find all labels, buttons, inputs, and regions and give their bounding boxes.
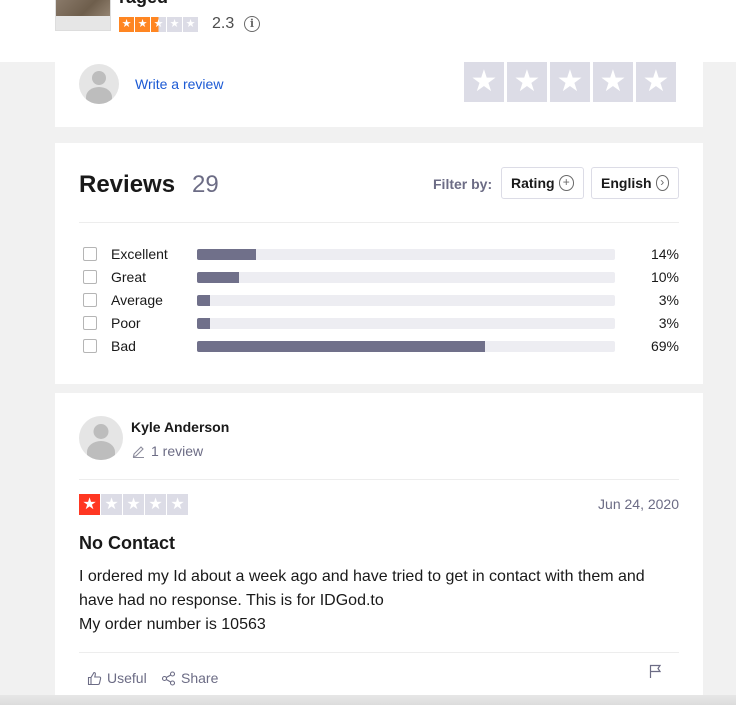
review-title[interactable]: No Contact bbox=[79, 533, 175, 554]
review-body: I ordered my Id about a week ago and hav… bbox=[79, 565, 679, 637]
rating-percent: 3% bbox=[658, 315, 679, 331]
filter-label: Filter by: bbox=[433, 176, 493, 192]
review-date: Jun 24, 2020 bbox=[598, 496, 679, 512]
rating-filter-row-average[interactable]: Average 3% bbox=[83, 290, 679, 310]
divider bbox=[79, 479, 679, 480]
star-icon: ★ bbox=[145, 494, 166, 515]
star-icon: ★ bbox=[79, 494, 100, 515]
rating-bar bbox=[197, 317, 615, 329]
rating-label: Average bbox=[111, 292, 163, 308]
filter-rating-label: Rating bbox=[511, 175, 555, 191]
share-icon bbox=[161, 670, 176, 686]
share-button[interactable]: Share bbox=[161, 670, 218, 686]
rating-percent: 3% bbox=[658, 292, 679, 308]
filter-rating-button[interactable]: Rating + bbox=[501, 167, 584, 199]
rating-percent: 14% bbox=[650, 246, 679, 262]
star-icon: ★ bbox=[135, 17, 150, 32]
write-review-star-picker: ★ ★ ★ ★ ★ bbox=[464, 62, 676, 102]
rating-label: Excellent bbox=[111, 246, 168, 262]
average-checkbox[interactable] bbox=[83, 293, 97, 307]
star-half-icon: ★ bbox=[151, 17, 166, 32]
filter-language-label: English bbox=[601, 175, 652, 191]
rating-bar bbox=[197, 294, 615, 306]
star-3-button[interactable]: ★ bbox=[550, 62, 590, 102]
write-review-link[interactable]: Write a review bbox=[135, 76, 223, 92]
star-1-button[interactable]: ★ bbox=[464, 62, 504, 102]
star-icon: ★ bbox=[167, 17, 182, 32]
divider bbox=[79, 652, 679, 653]
pencil-icon bbox=[132, 444, 145, 459]
review-body-paragraph: I ordered my Id about a week ago and hav… bbox=[79, 568, 645, 609]
divider bbox=[79, 222, 679, 223]
business-thumbnail[interactable] bbox=[55, 0, 111, 31]
chevron-right-circle-icon: › bbox=[655, 175, 669, 191]
great-checkbox[interactable] bbox=[83, 270, 97, 284]
star-5-button[interactable]: ★ bbox=[636, 62, 676, 102]
rating-filter-row-bad[interactable]: Bad 69% bbox=[83, 336, 679, 356]
rating-label: Great bbox=[111, 269, 147, 285]
bad-checkbox[interactable] bbox=[83, 339, 97, 353]
useful-label: Useful bbox=[107, 670, 147, 686]
rating-filter-row-poor[interactable]: Poor 3% bbox=[83, 313, 679, 333]
excellent-checkbox[interactable] bbox=[83, 247, 97, 261]
rating-label: Poor bbox=[111, 315, 141, 331]
rating-filter-row-great[interactable]: Great 10% bbox=[83, 267, 679, 287]
rating-bar bbox=[197, 340, 615, 352]
star-icon: ★ bbox=[123, 494, 144, 515]
star-4-button[interactable]: ★ bbox=[593, 62, 633, 102]
plus-circle-icon: + bbox=[558, 175, 574, 191]
business-rating-stars: ★ ★ ★ ★ ★ bbox=[119, 17, 198, 32]
share-label: Share bbox=[181, 670, 219, 686]
reviewer-name[interactable]: Kyle Anderson bbox=[131, 419, 229, 435]
reviewer-avatar[interactable] bbox=[79, 416, 123, 460]
review-body-paragraph: My order number is 10563 bbox=[79, 616, 266, 633]
reviews-summary-card: Reviews 29 Filter by: Rating + English ›… bbox=[55, 143, 703, 384]
reviewer-review-count: 1 review bbox=[151, 443, 204, 459]
rating-filter-row-excellent[interactable]: Excellent 14% bbox=[83, 244, 679, 264]
useful-button[interactable]: Useful bbox=[87, 670, 147, 686]
info-icon[interactable]: i bbox=[244, 16, 260, 32]
rating-label: Bad bbox=[111, 338, 136, 354]
star-icon: ★ bbox=[167, 494, 188, 515]
avatar bbox=[79, 64, 119, 104]
rating-bar bbox=[197, 271, 615, 283]
rating-percent: 69% bbox=[650, 338, 679, 354]
star-icon: ★ bbox=[183, 17, 198, 32]
business-title[interactable]: raged bbox=[119, 0, 168, 8]
star-icon: ★ bbox=[119, 17, 134, 32]
review-card: Kyle Anderson 1 review ★ ★ ★ ★ ★ Jun 24,… bbox=[55, 393, 703, 705]
reviews-title: Reviews bbox=[79, 171, 176, 198]
page-bottom-edge bbox=[0, 695, 736, 705]
rating-percent: 10% bbox=[650, 269, 679, 285]
reviews-count: 29 bbox=[192, 171, 219, 198]
filter-language-button[interactable]: English › bbox=[591, 167, 679, 199]
business-header: raged ★ ★ ★ ★ ★ 2.3 i bbox=[0, 0, 736, 62]
star-2-button[interactable]: ★ bbox=[507, 62, 547, 102]
thumbs-up-icon bbox=[87, 671, 102, 685]
rating-bar bbox=[197, 248, 615, 260]
review-rating-stars: ★ ★ ★ ★ ★ bbox=[79, 494, 188, 515]
flag-icon[interactable] bbox=[649, 664, 662, 684]
star-icon: ★ bbox=[101, 494, 122, 515]
business-rating-score: 2.3 bbox=[212, 15, 235, 32]
poor-checkbox[interactable] bbox=[83, 316, 97, 330]
write-review-card: Write a review ★ ★ ★ ★ ★ bbox=[55, 62, 703, 127]
